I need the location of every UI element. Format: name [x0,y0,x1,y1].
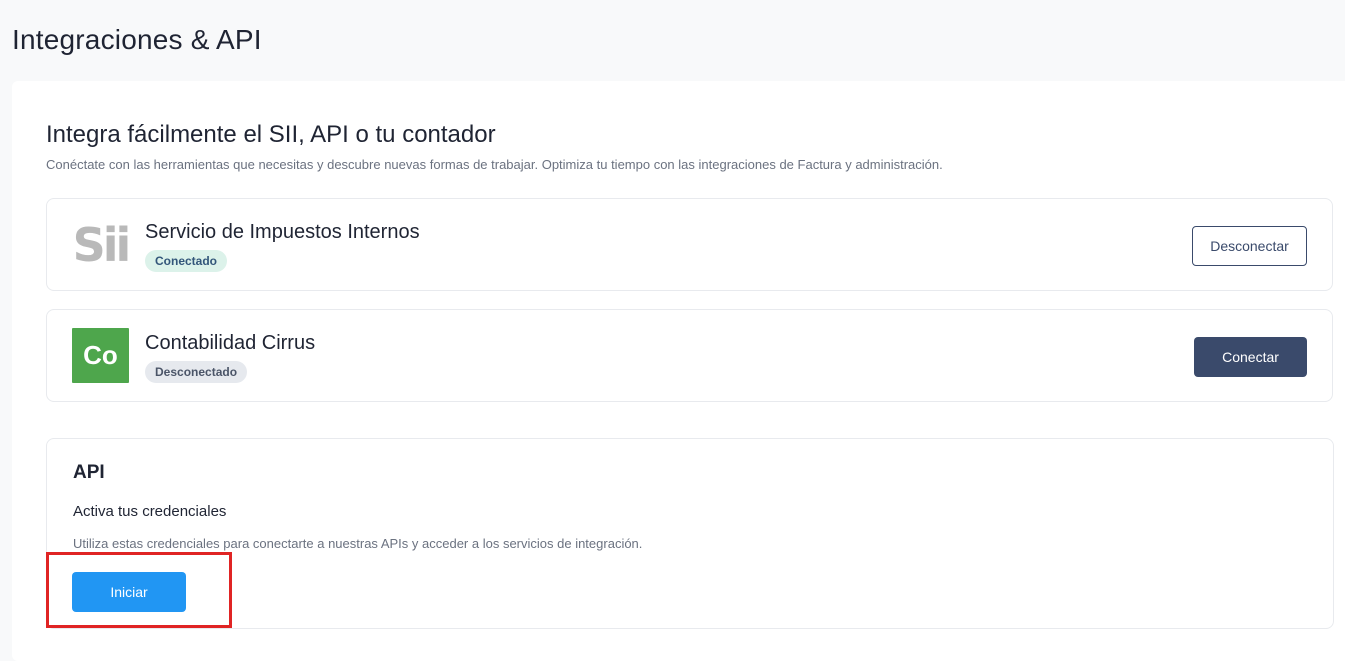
connect-button[interactable]: Conectar [1194,337,1307,377]
cirrus-logo-text: Co [83,340,118,370]
sii-logo-icon: Sii [72,217,132,272]
api-description: Utiliza estas credenciales para conectar… [73,536,643,551]
integration-name: Servicio de Impuestos Internos [145,221,420,243]
integration-card-cirrus: Co Contabilidad Cirrus Desconectado Cone… [46,309,1333,402]
cirrus-logo-icon: Co [72,328,129,383]
status-badge: Desconectado [145,361,248,383]
section-heading: Integra fácilmente el SII, API o tu cont… [46,121,496,148]
api-card: API Activa tus credenciales Utiliza esta… [46,438,1334,629]
api-subtitle: Activa tus credenciales [73,503,227,520]
page-title: Integraciones & API [12,24,262,55]
status-badge: Conectado [145,250,228,272]
section-subtitle: Conéctate con las herramientas que neces… [46,157,943,172]
disconnect-button[interactable]: Desconectar [1192,226,1307,266]
api-title: API [73,462,105,483]
sii-logo-text: Sii [72,217,132,272]
integration-name: Contabilidad Cirrus [145,332,316,354]
start-button[interactable]: Iniciar [72,572,186,612]
integration-card-sii: Sii Servicio de Impuestos Internos Conec… [46,198,1333,291]
